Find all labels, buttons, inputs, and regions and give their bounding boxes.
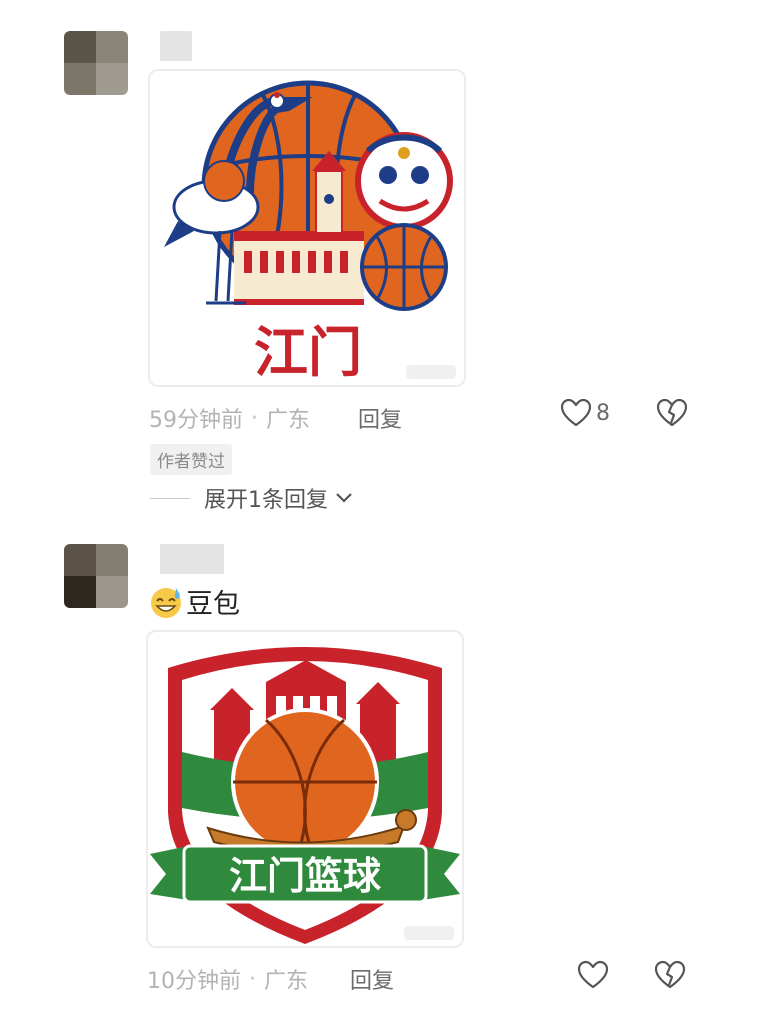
expand-replies-button[interactable]: 展开1条回复: [150, 482, 354, 514]
reply-button[interactable]: 回复: [350, 963, 394, 995]
watermark: [406, 365, 456, 379]
meta-separator: ·: [249, 966, 256, 992]
broken-heart-icon: [656, 398, 688, 427]
avatar[interactable]: [64, 544, 128, 608]
username-redacted[interactable]: [160, 544, 224, 574]
comment-image[interactable]: 江门: [148, 69, 466, 387]
jiangmen-basketball-logo-image: 江门篮球: [150, 647, 460, 944]
reply-button[interactable]: 回复: [358, 402, 402, 434]
comment-body: 豆包: [186, 589, 240, 620]
like-count: 8: [596, 400, 610, 426]
grinning-sweat-emoji-icon: [151, 587, 181, 618]
divider: [150, 497, 190, 499]
watermark: [404, 926, 454, 940]
logo-title: 江门: [254, 321, 362, 384]
dislike-button[interactable]: [654, 960, 686, 994]
broken-heart-icon: [654, 960, 686, 989]
comment-meta: 59分钟前 · 广东: [149, 402, 310, 434]
jiangmen-logo-image: 江门: [164, 80, 453, 384]
meta-separator: ·: [251, 405, 258, 431]
avatar[interactable]: [64, 31, 128, 95]
like-button[interactable]: [577, 960, 613, 990]
heart-outline-icon: [560, 398, 592, 427]
logo-title: 江门篮球: [229, 854, 382, 898]
heart-outline-icon: [577, 960, 609, 989]
comment-location: 广东: [264, 969, 309, 994]
comment-time: 10分钟前: [147, 969, 241, 994]
dislike-button[interactable]: [656, 398, 688, 432]
comment-text: 豆包: [148, 582, 240, 621]
username-redacted[interactable]: [160, 31, 192, 61]
author-liked-badge: 作者赞过: [150, 444, 232, 475]
comment-location: 广东: [266, 408, 311, 433]
comment-time: 59分钟前: [149, 408, 243, 433]
chevron-down-icon: [336, 493, 352, 503]
comment-meta: 10分钟前 · 广东: [147, 963, 308, 995]
like-button[interactable]: 8: [560, 398, 610, 428]
expand-replies-label: 展开1条回复: [204, 488, 328, 513]
comment-image[interactable]: 江门篮球: [146, 630, 464, 948]
